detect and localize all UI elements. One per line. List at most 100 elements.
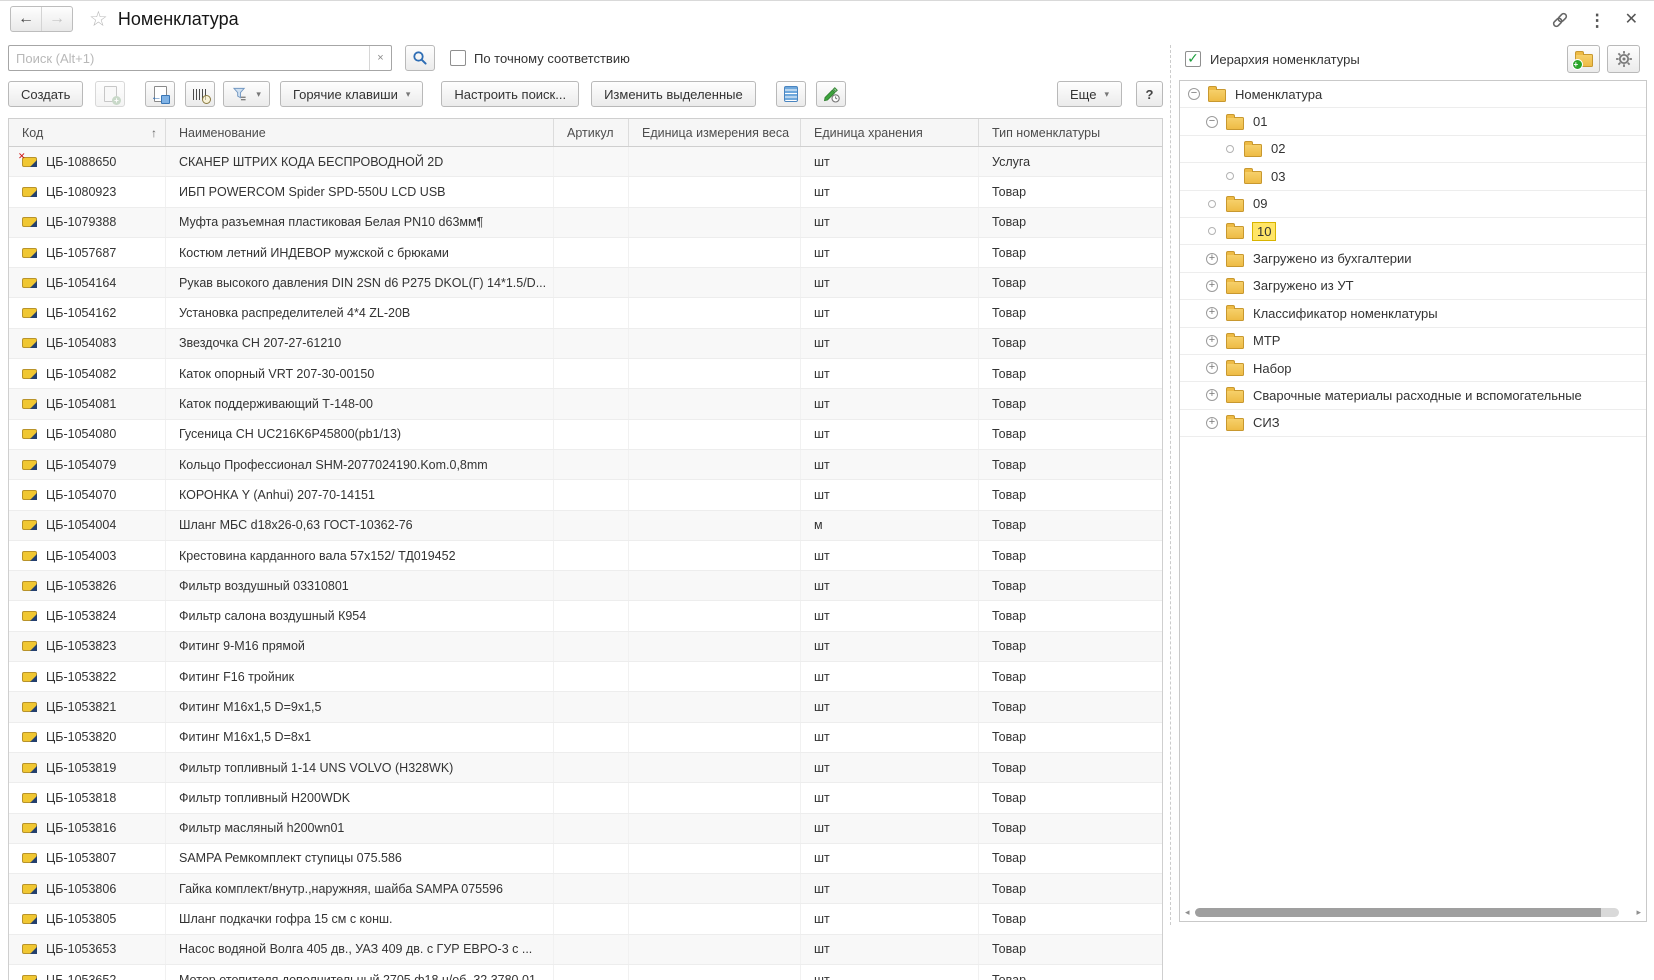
- more-menu-button[interactable]: ⋮: [1589, 12, 1606, 29]
- clear-search-button[interactable]: ×: [369, 46, 391, 70]
- table-row[interactable]: ЦБ-1053821Фитинг М16х1,5 D=9х1,5штТовар: [9, 692, 1162, 722]
- column-header-article[interactable]: Артикул: [554, 119, 629, 146]
- expand-icon[interactable]: +: [1206, 253, 1218, 265]
- hierarchy-checkbox[interactable]: ✓: [1185, 51, 1201, 67]
- create-button[interactable]: Создать: [8, 81, 83, 107]
- panel-splitter[interactable]: [1170, 45, 1171, 925]
- filter-button[interactable]: ▾: [223, 81, 270, 107]
- search-input[interactable]: [9, 46, 369, 70]
- expand-icon[interactable]: +: [1206, 417, 1218, 429]
- column-header-code[interactable]: Код ↑: [9, 119, 166, 146]
- item-icon: [22, 520, 37, 530]
- expand-icon[interactable]: +: [1206, 335, 1218, 347]
- cell-weight-unit: [629, 480, 801, 509]
- table-row[interactable]: ЦБ-1054004Шланг МБС d18x26-0,63 ГОСТ-103…: [9, 511, 1162, 541]
- tree-item[interactable]: 10: [1180, 218, 1646, 245]
- column-header-weight-unit[interactable]: Единица измерения веса: [629, 119, 801, 146]
- favorite-star-icon[interactable]: ☆: [89, 7, 108, 32]
- table-row[interactable]: ✕ЦБ-1088650СКАНЕР ШТРИХ КОДА БЕСПРОВОДНО…: [9, 147, 1162, 177]
- table-row[interactable]: ЦБ-1053818Фильтр топливный H200WDKштТова…: [9, 783, 1162, 813]
- table-row[interactable]: ЦБ-1057687Костюм летний ИНДЕВОР мужской …: [9, 238, 1162, 268]
- exact-match-option[interactable]: По точному соответствию: [450, 50, 630, 66]
- scrollbar-thumb[interactable]: [1195, 908, 1606, 917]
- back-button[interactable]: ←: [11, 7, 41, 31]
- collapse-icon[interactable]: −: [1188, 88, 1200, 100]
- edit-selected-button[interactable]: Изменить выделенные: [591, 81, 756, 107]
- tree-item[interactable]: +Классификатор номенклатуры: [1180, 300, 1646, 327]
- table-row[interactable]: ЦБ-1054070КОРОНКА Y (Anhui) 207-70-14151…: [9, 480, 1162, 510]
- table-row[interactable]: ЦБ-1054081Каток поддерживающий Т-148-00ш…: [9, 389, 1162, 419]
- column-header-storage-unit[interactable]: Единица хранения: [801, 119, 979, 146]
- table-row[interactable]: ЦБ-1054079Кольцо Профессионал SHM-207702…: [9, 450, 1162, 480]
- table-row[interactable]: ЦБ-1053824Фильтр салона воздушный К954шт…: [9, 601, 1162, 631]
- expand-icon[interactable]: +: [1206, 280, 1218, 292]
- tree-item[interactable]: −01: [1180, 108, 1646, 135]
- list-view-button[interactable]: [776, 81, 806, 107]
- edit-history-button[interactable]: [816, 81, 846, 107]
- table-row[interactable]: ЦБ-1053823Фитинг 9-М16 прямойштТовар: [9, 632, 1162, 662]
- hotkeys-button[interactable]: Горячие клавиши ▾: [280, 81, 423, 107]
- collapse-icon[interactable]: −: [1206, 116, 1218, 128]
- forward-button[interactable]: →: [41, 7, 72, 31]
- cell-storage-unit: шт: [801, 268, 979, 297]
- table-row[interactable]: ЦБ-1054162Установка распределителей 4*4 …: [9, 298, 1162, 328]
- tree-item-label: Загружено из УТ: [1253, 278, 1354, 293]
- tree-item[interactable]: + Загружено из УТ: [1180, 273, 1646, 300]
- table-row[interactable]: ЦБ-1053806Гайка комплект/внутр.,наружняя…: [9, 874, 1162, 904]
- help-button[interactable]: ?: [1136, 81, 1163, 107]
- tree-item[interactable]: 02: [1180, 136, 1646, 163]
- column-header-type[interactable]: Тип номенклатуры: [979, 119, 1162, 146]
- load-data-button[interactable]: ←: [145, 81, 175, 107]
- barcode-search-button[interactable]: [185, 81, 215, 107]
- cell-code: ЦБ-1053826: [9, 571, 166, 600]
- table-row[interactable]: ЦБ-1053826Фильтр воздушный 03310801штТов…: [9, 571, 1162, 601]
- expand-icon[interactable]: +: [1206, 307, 1218, 319]
- table-row[interactable]: ЦБ-1054080Гусеница CH UC216K6P45800(pb1/…: [9, 420, 1162, 450]
- table-row[interactable]: ЦБ-1054003Крестовина карданного вала 57x…: [9, 541, 1162, 571]
- settings-button[interactable]: [1607, 45, 1640, 73]
- scroll-left-icon[interactable]: ◂: [1185, 908, 1190, 917]
- table-row[interactable]: ЦБ-1080923ИБП POWERCOM Spider SPD-550U L…: [9, 177, 1162, 207]
- cell-article: [554, 601, 629, 630]
- table-row[interactable]: ЦБ-1053805Шланг подкачки гофра 15 см с к…: [9, 904, 1162, 934]
- table-row[interactable]: ЦБ-1053816Фильтр масляный h200wn01штТова…: [9, 814, 1162, 844]
- close-button[interactable]: ✕: [1625, 12, 1638, 28]
- table-row[interactable]: ЦБ-1053652Мотор отопителя дополнительный…: [9, 965, 1162, 980]
- cell-code: ЦБ-1053818: [9, 783, 166, 812]
- folder-icon: [1208, 89, 1226, 102]
- search-button[interactable]: [405, 45, 435, 71]
- hierarchy-toggle[interactable]: ✓ Иерархия номенклатуры: [1185, 51, 1360, 67]
- create-group-button[interactable]: +: [1567, 45, 1600, 73]
- configure-search-button[interactable]: Настроить поиск...: [441, 81, 579, 107]
- table-row[interactable]: ЦБ-1053819Фильтр топливный 1-14 UNS VOLV…: [9, 753, 1162, 783]
- column-header-name[interactable]: Наименование: [166, 119, 554, 146]
- expand-icon[interactable]: +: [1206, 389, 1218, 401]
- tree-item[interactable]: −Номенклатура: [1180, 81, 1646, 108]
- table-row[interactable]: ЦБ-1079388Муфта разъемная пластиковая Бе…: [9, 208, 1162, 238]
- app-window: ← → ☆ Номенклатура ⋮ ✕ ×: [0, 0, 1654, 980]
- scroll-right-icon[interactable]: ▸: [1636, 908, 1641, 917]
- copy-item-button[interactable]: +: [95, 81, 125, 107]
- table-row[interactable]: ЦБ-1054082Каток опорный VRT 207-30-00150…: [9, 359, 1162, 389]
- tree-item[interactable]: +МТР: [1180, 328, 1646, 355]
- table-row[interactable]: ЦБ-1054164Рукав высокого давления DIN 2S…: [9, 268, 1162, 298]
- table-row[interactable]: ЦБ-1054083Звездочка CH 207-27-61210штТов…: [9, 329, 1162, 359]
- item-icon: [22, 399, 37, 409]
- tree-item[interactable]: +Сварочные материалы расходные и вспомог…: [1180, 382, 1646, 409]
- table-row[interactable]: ЦБ-1053653Насос водяной Волга 405 дв., У…: [9, 935, 1162, 965]
- exact-match-checkbox[interactable]: [450, 50, 466, 66]
- more-actions-button[interactable]: Еще ▾: [1057, 81, 1122, 107]
- tree-item[interactable]: 03: [1180, 163, 1646, 190]
- table-row[interactable]: ЦБ-1053822Фитинг F16 тройникштТовар: [9, 662, 1162, 692]
- expand-icon[interactable]: +: [1206, 362, 1218, 374]
- link-button[interactable]: [1550, 10, 1570, 30]
- tree-item[interactable]: +Набор: [1180, 355, 1646, 382]
- tree-item[interactable]: +Загружено из бухгалтерии: [1180, 245, 1646, 272]
- horizontal-scrollbar[interactable]: ◂ ▸: [1185, 907, 1641, 918]
- scrollbar-track[interactable]: [1195, 908, 1632, 917]
- cell-article: [554, 480, 629, 509]
- tree-item[interactable]: 09: [1180, 191, 1646, 218]
- table-row[interactable]: ЦБ-1053807SAMPA Ремкомплект ступицы 075.…: [9, 844, 1162, 874]
- table-row[interactable]: ЦБ-1053820Фитинг М16х1,5 D=8х1штТовар: [9, 723, 1162, 753]
- tree-item[interactable]: +СИЗ: [1180, 410, 1646, 437]
